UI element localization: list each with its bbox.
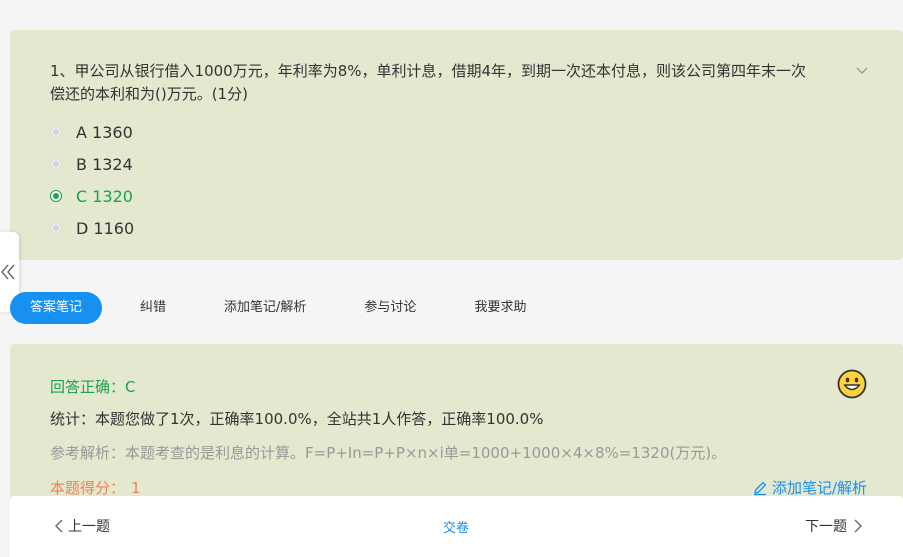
next-question-button[interactable]: 下一题 [805,516,863,536]
chevron-left-icon [55,519,63,533]
add-note-label: 添加笔记/解析 [771,479,867,497]
bottom-nav-bar: 上一题 交卷 下一题 [10,496,903,557]
double-chevron-left-icon [1,264,15,280]
question-card: 1、甲公司从银行借入1000万元，年利率为8%，单利计息，借期4年，到期一次还本… [10,30,903,260]
tab-ask-help[interactable]: 我要求助 [454,292,546,324]
prev-label: 上一题 [68,519,110,535]
score-label: 本题得分： [50,479,126,497]
option-a[interactable]: A 1360 [50,116,134,148]
tab-report-error[interactable]: 纠错 [120,292,186,324]
add-note-link[interactable]: 添加笔记/解析 [752,477,867,498]
option-d[interactable]: D 1160 [50,212,134,244]
option-c[interactable]: C 1320 [50,180,134,212]
answer-stats: 统计：本题您做了1次，正确率100.0%，全站共1人作答，正确率100.0% [50,410,544,428]
option-b[interactable]: B 1324 [50,148,134,180]
option-label: C 1320 [76,186,133,206]
prev-question-button[interactable]: 上一题 [54,516,110,536]
answer-analysis: 参考解析：本题考查的是利息的计算。F=P+In=P+P×n×i单=1000+10… [50,444,727,462]
option-label: A 1360 [76,122,133,142]
question-text: 1、甲公司从银行借入1000万元，年利率为8%，单利计息，借期4年，到期一次还本… [50,62,807,103]
tab-answer-notes[interactable]: 答案笔记 [10,292,103,324]
radio-icon[interactable] [50,222,62,234]
tab-bar: 答案笔记 纠错 添加笔记/解析 参与讨论 我要求助 [10,292,564,324]
radio-selected-icon[interactable] [50,190,62,202]
answer-result: 回答正确：C [50,378,136,396]
answer-card: 回答正确：C 统计：本题您做了1次，正确率100.0%，全站共1人作答，正确率1… [10,344,903,504]
option-label: D 1160 [76,218,135,238]
radio-icon[interactable] [50,158,62,170]
score: 本题得分： 1 [50,477,141,498]
options-list: A 1360 B 1324 C 1320 D 1160 [50,116,134,244]
next-label: 下一题 [805,519,847,535]
radio-icon[interactable] [50,126,62,138]
tab-discussion[interactable]: 参与讨论 [344,292,436,324]
submit-exam-button[interactable]: 交卷 [443,517,469,536]
chevron-down-icon[interactable] [855,66,869,76]
option-label: B 1324 [76,154,133,174]
score-value: 1 [131,479,141,497]
smiley-face-icon [837,369,867,399]
tab-add-note[interactable]: 添加笔记/解析 [204,292,326,324]
chevron-right-icon [854,519,862,533]
pencil-icon [753,481,766,495]
